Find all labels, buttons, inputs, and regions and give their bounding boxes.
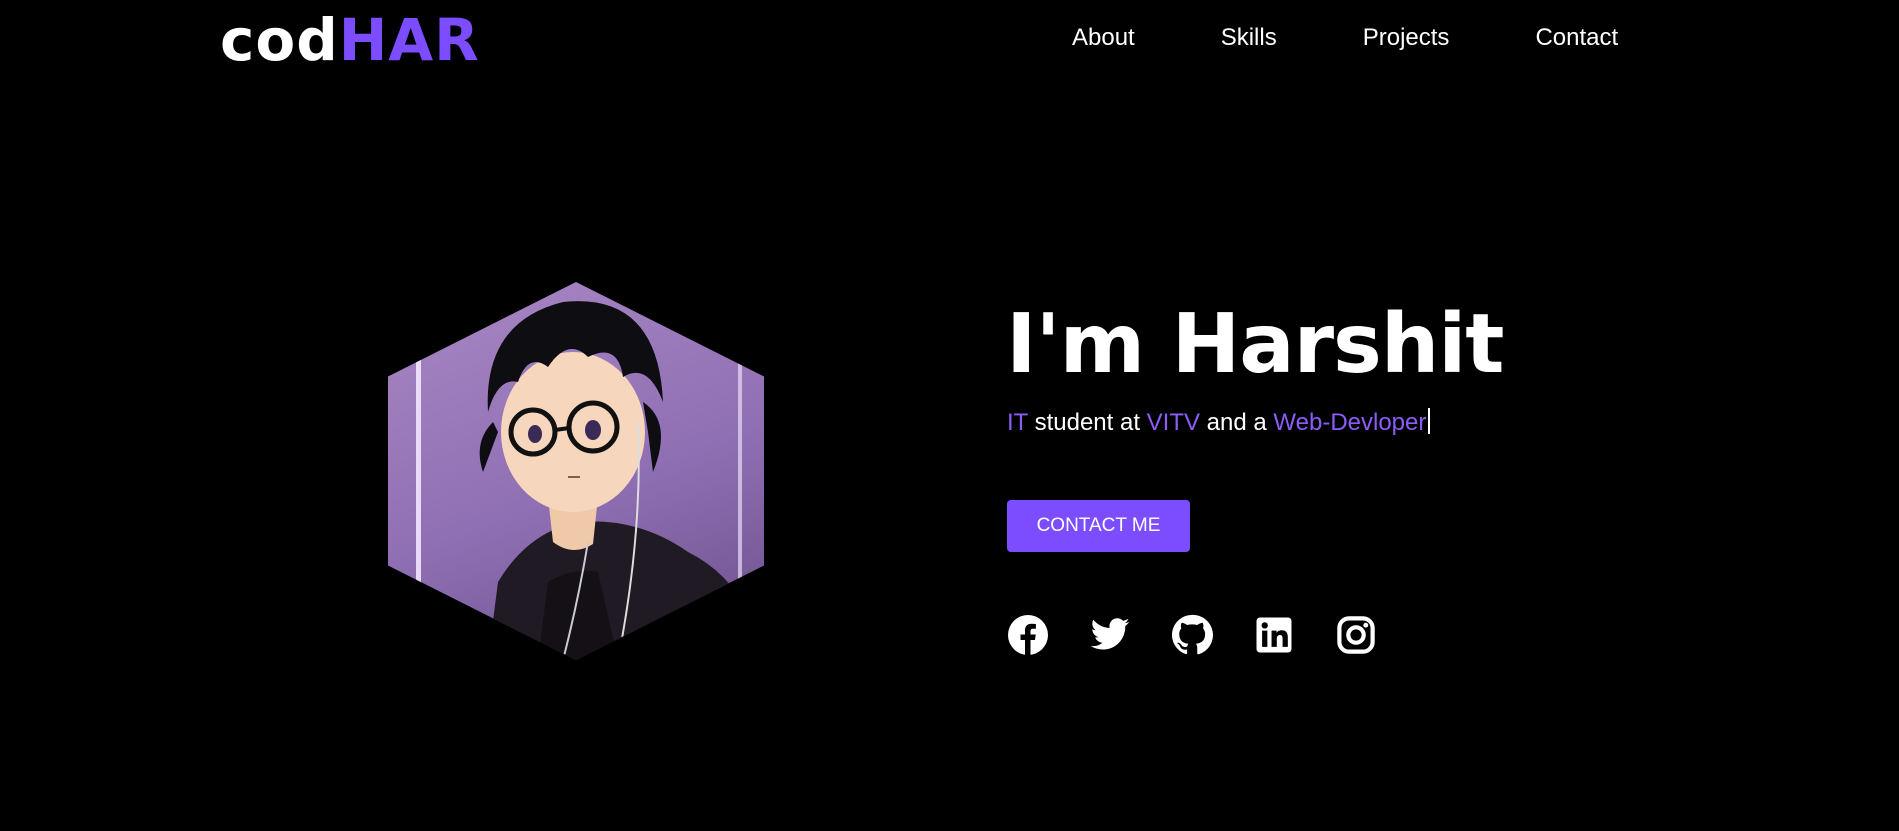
logo-part-cod: cod <box>220 6 339 74</box>
nav-contact[interactable]: Contact <box>1535 18 1618 58</box>
anime-avatar-illustration <box>416 301 764 660</box>
twitter-icon <box>1090 618 1130 650</box>
instagram-link[interactable] <box>1335 614 1377 656</box>
hero-title: I'm Harshit <box>1006 297 1504 392</box>
subtitle-vitv: VITV <box>1146 409 1200 436</box>
logo-part-har: HAR <box>338 6 480 74</box>
hero-subtitle: IT student at VITV and a Web-Devloper <box>1007 406 1431 440</box>
subtitle-it: IT <box>1007 409 1028 436</box>
subtitle-text-2: and a <box>1200 409 1274 436</box>
subtitle-text-1: student at <box>1027 409 1147 436</box>
logo[interactable]: codHAR <box>220 8 480 72</box>
nav-about[interactable]: About <box>1072 18 1135 58</box>
github-icon <box>1171 614 1213 655</box>
instagram-icon <box>1337 616 1375 654</box>
typing-caret <box>1428 408 1431 434</box>
subtitle-role: Web-Devloper <box>1273 409 1427 436</box>
contact-me-button[interactable]: CONTACT ME <box>1007 500 1190 552</box>
facebook-icon <box>1008 615 1048 655</box>
github-link[interactable] <box>1171 614 1213 656</box>
linkedin-icon <box>1256 617 1292 653</box>
main-nav: About Skills Projects Contact <box>1072 18 1618 58</box>
nav-skills[interactable]: Skills <box>1221 18 1277 58</box>
nav-projects[interactable]: Projects <box>1363 18 1450 58</box>
facebook-link[interactable] <box>1007 614 1049 656</box>
social-links <box>1007 614 1377 656</box>
twitter-link[interactable] <box>1089 614 1131 656</box>
linkedin-link[interactable] <box>1253 614 1295 656</box>
profile-avatar <box>388 282 764 660</box>
